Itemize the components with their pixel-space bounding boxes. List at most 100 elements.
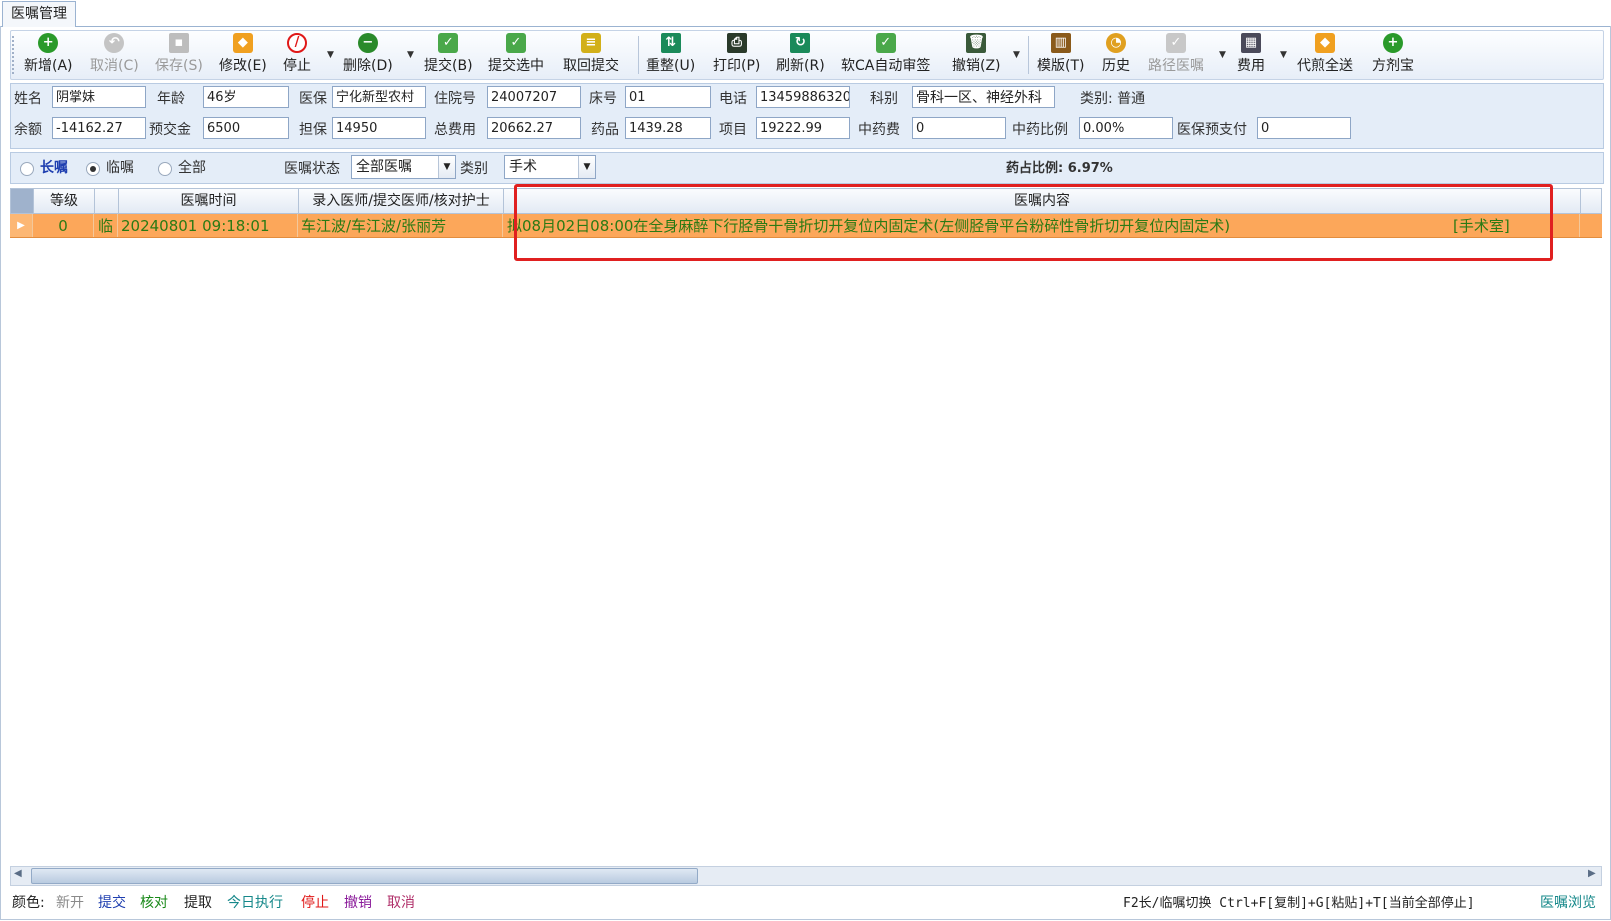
drug-ratio-text: 药占比例: 6.97%	[1006, 161, 1113, 176]
item-cost-field[interactable]: 19222.99	[756, 117, 850, 139]
rearrange-button[interactable]: ⇅ 重整(U)	[646, 33, 695, 77]
admission-field[interactable]: 24007207	[487, 86, 581, 108]
age-field[interactable]: 46岁	[203, 86, 289, 108]
deposit-label: 预交金	[149, 122, 191, 138]
legend-prefix: 颜色:	[12, 895, 45, 911]
column-header-type[interactable]	[95, 189, 119, 213]
check-mail-icon: ✓	[438, 33, 459, 53]
ca-auto-sign-button[interactable]: ✓ 软CA自动审签	[841, 33, 930, 77]
cell-doctors: 车江波/车江波/张丽芳	[298, 214, 503, 237]
history-button[interactable]: ◔ 历史	[1102, 33, 1130, 77]
dept-field[interactable]: 骨科一区、神经外科	[912, 86, 1055, 108]
path-icon: ✓	[1166, 33, 1186, 53]
category-text: 类别: 普通	[1080, 91, 1146, 107]
phone-label: 电话	[719, 91, 747, 107]
tab-strip	[0, 0, 1611, 27]
print-button[interactable]: ⎙ 打印(P)	[713, 33, 760, 77]
cost-dropdown-arrow[interactable]: ▼	[1280, 50, 1287, 60]
rearrange-icon: ⇅	[660, 33, 681, 53]
stop-button[interactable]: / 停止	[283, 33, 311, 77]
eraser-icon: ◆	[1315, 33, 1335, 53]
insurance-field[interactable]: 宁化新型农村	[332, 86, 426, 108]
retrieve-submit-button[interactable]: ≡ 取回提交	[563, 33, 619, 77]
tab-order-management[interactable]: 医嘱管理	[2, 1, 76, 27]
dept-label: 科别	[870, 91, 898, 107]
submit-selected-button[interactable]: ✓ 提交选中	[488, 33, 544, 77]
column-header-level[interactable]: 等级	[34, 189, 95, 213]
bed-label: 床号	[589, 91, 617, 107]
check-mail-icon: ✓	[506, 33, 526, 53]
tcm-cost-field[interactable]: 0	[912, 117, 1006, 139]
name-field[interactable]: 阴掌妹	[52, 86, 146, 108]
refresh-button[interactable]: ↻ 刷新(R)	[776, 33, 825, 77]
cell-type: 临	[94, 214, 118, 237]
drug-cost-field[interactable]: 1439.28	[625, 117, 711, 139]
cell-time: 20240801 09:18:01	[118, 214, 298, 237]
prescription-treasure-button[interactable]: + 方剂宝	[1372, 33, 1414, 77]
deposit-field[interactable]: 6500	[203, 117, 289, 139]
pathway-dropdown-arrow[interactable]: ▼	[1219, 50, 1226, 60]
name-label: 姓名	[14, 91, 42, 107]
revoke-button[interactable]: 🗑 撤销(Z)	[952, 33, 1001, 77]
submit-button[interactable]: ✓ 提交(B)	[424, 33, 473, 77]
add-icon: +	[38, 33, 59, 53]
cell-level: 0	[33, 214, 94, 237]
column-header-time[interactable]: 医嘱时间	[119, 189, 299, 213]
row-pointer-icon: ▶	[10, 214, 33, 237]
phone-field[interactable]: 13459886320	[756, 86, 850, 108]
drug-cost-label: 药品	[591, 122, 619, 138]
legend-stopped: 停止	[301, 895, 329, 911]
long-term-label: 长嘱	[40, 160, 68, 176]
balance-field[interactable]: -14162.27	[52, 117, 146, 139]
bed-field[interactable]: 01	[625, 86, 711, 108]
insurance-prepay-field[interactable]: 0	[1257, 117, 1351, 139]
edit-button[interactable]: ◆ 修改(E)	[219, 33, 267, 77]
scroll-left-icon[interactable]: ◀	[14, 868, 22, 879]
order-type-label: 类别	[460, 161, 488, 177]
refresh-icon: ↻	[790, 33, 811, 53]
order-browse-link[interactable]: 医嘱浏览	[1540, 892, 1596, 912]
guarantee-field[interactable]: 14950	[332, 117, 426, 139]
sign-icon: ✓	[875, 33, 896, 53]
delete-dropdown-arrow[interactable]: ▼	[407, 50, 414, 60]
order-status-select[interactable]: 全部医嘱 ▼	[351, 155, 456, 179]
legend-submitted: 提交	[98, 895, 126, 911]
save-icon: ▪	[168, 33, 189, 53]
add-button[interactable]: + 新增(A)	[24, 33, 73, 77]
eraser-icon: ◆	[232, 33, 253, 53]
insurance-label: 医保	[299, 91, 327, 107]
stop-dropdown-arrow[interactable]: ▼	[327, 50, 334, 60]
minus-icon: −	[357, 33, 378, 53]
tcm-ratio-field[interactable]: 0.00%	[1079, 117, 1173, 139]
decoct-send-all-button[interactable]: ◆ 代煎全送	[1297, 33, 1353, 77]
scrollbar-thumb[interactable]	[31, 868, 698, 884]
delete-button[interactable]: − 删除(D)	[343, 33, 393, 77]
revoke-dropdown-arrow[interactable]: ▼	[1013, 50, 1020, 60]
item-cost-label: 项目	[719, 122, 747, 138]
toolbar-separator	[638, 36, 639, 74]
radio-temporary[interactable]	[86, 162, 100, 176]
total-cost-field[interactable]: 20662.27	[487, 117, 581, 139]
order-type-select[interactable]: 手术 ▼	[504, 155, 596, 179]
radio-long-term[interactable]	[20, 162, 34, 176]
filter-bar	[10, 152, 1604, 184]
cost-button[interactable]: ▦ 费用	[1237, 33, 1265, 77]
tcm-cost-label: 中药费	[858, 122, 900, 138]
legend-extracted: 提取	[184, 895, 212, 911]
radio-all[interactable]	[158, 162, 172, 176]
calculator-icon: ▦	[1241, 33, 1261, 53]
template-icon: ▥	[1050, 33, 1071, 53]
toolbar-grip[interactable]	[12, 36, 16, 74]
template-button[interactable]: ▥ 模版(T)	[1037, 33, 1084, 77]
chevron-down-icon: ▼	[438, 156, 455, 178]
scroll-right-icon[interactable]: ▶	[1588, 868, 1596, 879]
printer-icon: ⎙	[726, 33, 747, 53]
total-cost-label: 总费用	[434, 122, 476, 138]
column-header-doctors[interactable]: 录入医师/提交医师/核对护士	[299, 189, 504, 213]
pathway-order-button[interactable]: ✓ 路径医嘱	[1148, 33, 1204, 77]
cancel-button[interactable]: ↶ 取消(C)	[90, 33, 139, 77]
save-button[interactable]: ▪ 保存(S)	[155, 33, 203, 77]
select-all-cell[interactable]	[11, 189, 34, 213]
shortcut-hint: F2长/临嘱切换 Ctrl+F[复制]+G[粘贴]+T[当前全部停止]	[1123, 896, 1475, 911]
legend-revoked: 撤销	[344, 895, 372, 911]
